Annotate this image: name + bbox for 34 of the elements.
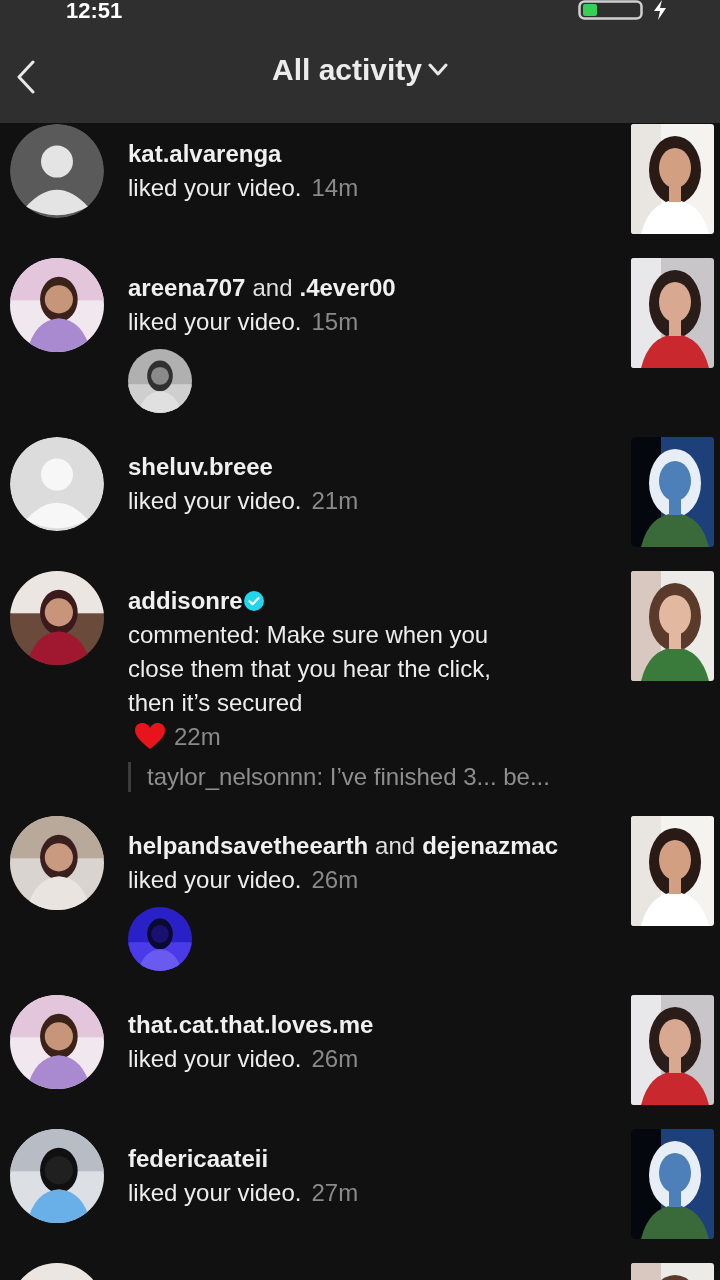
username[interactable]: that.cat.that.loves.me [128, 1008, 374, 1042]
activity-text: liked your video. [128, 865, 302, 895]
username[interactable]: areena707 [128, 271, 246, 305]
activity-filter-dropdown[interactable]: All activity [267, 48, 453, 91]
activity-text: liked your video. [128, 1178, 302, 1208]
timestamp: 26m [311, 866, 359, 893]
activity-text: liked your video. [128, 173, 302, 203]
activity-text: liked your video. [128, 1044, 302, 1074]
username[interactable]: .4ever00 [299, 271, 396, 305]
activity-text: liked your video. [128, 307, 302, 337]
reply-text: taylor_nelsonnn: I’ve finished 3... be... [147, 763, 550, 790]
timestamp: 14m [311, 174, 359, 201]
activity-text: liked your video. [128, 486, 302, 516]
joiner-text: and [252, 273, 293, 303]
username[interactable]: addisonre [128, 584, 243, 618]
avatar-icon[interactable] [10, 124, 104, 218]
username[interactable]: dejenazmac [422, 829, 559, 863]
timestamp: 27m [311, 1179, 359, 1206]
username[interactable]: federicaateii [128, 1142, 269, 1176]
timestamp: 21m [311, 487, 359, 514]
timestamp: 22m [174, 723, 221, 750]
timestamp: 15m [311, 308, 359, 335]
status-time: 12:51 [66, 0, 123, 22]
joiner-text: and [375, 831, 416, 861]
charging-icon [652, 0, 668, 20]
heart-icon [134, 722, 166, 750]
username[interactable]: sheluv.breee [128, 450, 273, 484]
timestamp: 26m [311, 1045, 359, 1072]
caret-icon [428, 62, 449, 77]
battery-icon [578, 0, 646, 20]
activity-text: commented: Make sure when you close them that you hear the click, then it’s secured [128, 620, 492, 718]
username[interactable]: helpandsavetheearth [128, 829, 369, 863]
avatar-icon[interactable] [10, 437, 104, 531]
username[interactable]: kat.alvarenga [128, 137, 282, 171]
